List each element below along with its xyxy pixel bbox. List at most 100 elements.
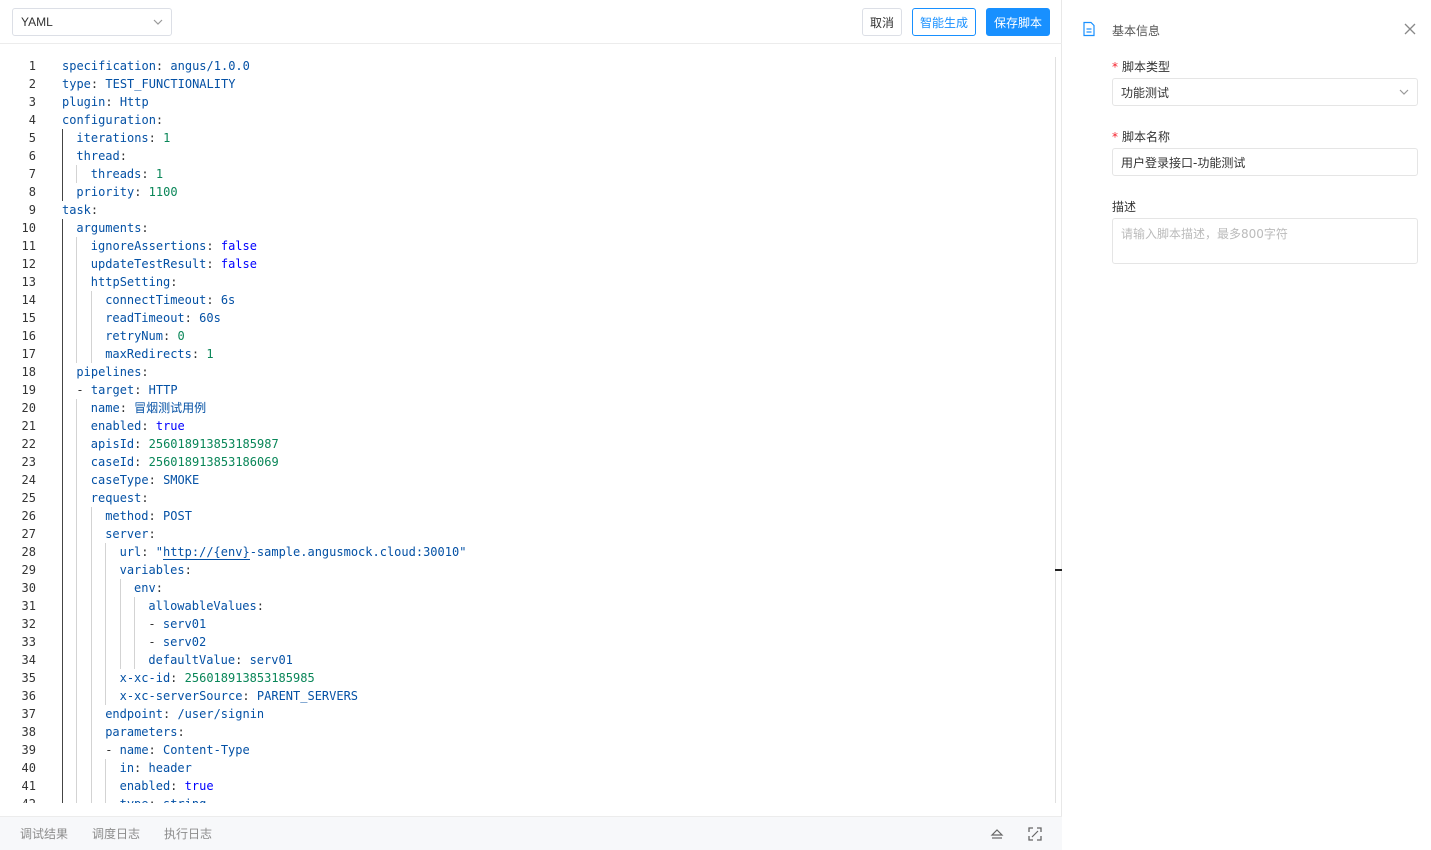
fullscreen-icon[interactable] bbox=[1027, 826, 1043, 842]
code-text: x-xc-id: 256018913853185985 bbox=[119, 671, 315, 685]
code-line: 16 retryNum: 0 bbox=[0, 327, 1040, 345]
code-line: 12 updateTestResult: false bbox=[0, 255, 1040, 273]
line-number: 9 bbox=[28, 203, 36, 217]
code-line: 3 plugin: Http bbox=[0, 93, 1040, 111]
code-text: variables: bbox=[119, 563, 192, 577]
code-text: maxRedirects: 1 bbox=[105, 347, 214, 361]
tab-debug-result[interactable]: 调试结果 bbox=[20, 825, 68, 842]
code-text: - target: HTTP bbox=[76, 383, 178, 397]
code-line: 32 - serv01 bbox=[0, 615, 1040, 633]
code-text: request: bbox=[90, 491, 149, 505]
code-line: 22 apisId: 256018913853185987 bbox=[0, 435, 1040, 453]
line-number: 36 bbox=[21, 689, 36, 703]
code-line: 1 specification: angus/1.0.0 bbox=[0, 57, 1040, 75]
code-text: configuration: bbox=[62, 113, 164, 127]
code-line: 41 enabled: true bbox=[0, 777, 1040, 795]
line-number: 39 bbox=[21, 743, 36, 757]
close-icon[interactable] bbox=[1403, 22, 1417, 36]
code-text: readTimeout: 60s bbox=[105, 311, 221, 325]
code-line: 26 method: POST bbox=[0, 507, 1040, 525]
line-number: 8 bbox=[28, 185, 36, 199]
code-line: 9 task: bbox=[0, 201, 1040, 219]
code-text: apisId: 256018913853185987 bbox=[90, 437, 279, 451]
code-text: ignoreAssertions: false bbox=[90, 239, 257, 253]
code-text: caseId: 256018913853186069 bbox=[90, 455, 279, 469]
code-text: connectTimeout: 6s bbox=[105, 293, 236, 307]
basic-info-panel: 基本信息 * 脚本类型 功能测试 * 脚本名称 用户登录接口-功能测试 描述 请输入… bbox=[1063, 0, 1431, 850]
line-number: 17 bbox=[21, 347, 36, 361]
script-type-select[interactable]: 功能测试 bbox=[1112, 78, 1418, 106]
line-number: 25 bbox=[21, 491, 36, 505]
code-line: 39 - name: Content-Type bbox=[0, 741, 1040, 759]
line-number: 18 bbox=[21, 365, 36, 379]
code-line: 19 - target: HTTP bbox=[0, 381, 1040, 399]
code-line: 28 url: "http://{env}-sample.angusmock.cl… bbox=[0, 543, 1040, 561]
script-editor-pane: YAML 取消 智能生成 保存脚本 1 specification: angus/… bbox=[0, 0, 1062, 850]
code-editor[interactable]: 1 specification: angus/1.0.0 2 type: TEST_F… bbox=[0, 45, 1062, 803]
line-number: 24 bbox=[21, 473, 36, 487]
code-line: 40 in: header bbox=[0, 759, 1040, 777]
line-number: 14 bbox=[21, 293, 36, 307]
line-number: 37 bbox=[21, 707, 36, 721]
code-line: 38 parameters: bbox=[0, 723, 1040, 741]
code-line: 30 env: bbox=[0, 579, 1040, 597]
indent-guide bbox=[76, 399, 78, 803]
code-text: parameters: bbox=[105, 725, 185, 739]
code-text: url: "http://{env}-sample.angusmock.clou… bbox=[119, 545, 467, 560]
code-text: httpSetting: bbox=[90, 275, 178, 289]
code-text: arguments: bbox=[76, 221, 149, 235]
bottom-tab-bar: 调试结果 调度日志 执行日志 bbox=[0, 816, 1062, 850]
line-number: 4 bbox=[28, 113, 36, 127]
code-text: method: POST bbox=[105, 509, 192, 523]
ai-generate-button[interactable]: 智能生成 bbox=[912, 8, 976, 36]
code-line: 7 threads: 1 bbox=[0, 165, 1040, 183]
chevron-down-icon bbox=[1399, 89, 1409, 95]
script-name-input[interactable]: 用户登录接口-功能测试 bbox=[1112, 148, 1418, 176]
line-number: 42 bbox=[0, 795, 36, 803]
code-text: - serv02 bbox=[148, 635, 207, 649]
code-line: 8 priority: 1100 bbox=[0, 183, 1040, 201]
line-number: 21 bbox=[21, 419, 36, 433]
script-name-value: 用户登录接口-功能测试 bbox=[1121, 155, 1246, 170]
code-line: 29 variables: bbox=[0, 561, 1040, 579]
panel-title: 基本信息 bbox=[1112, 24, 1161, 38]
cancel-button[interactable]: 取消 bbox=[862, 8, 902, 36]
indent-guide bbox=[105, 759, 107, 803]
line-number: 35 bbox=[21, 671, 36, 685]
indent-guide bbox=[105, 543, 107, 705]
line-number: 3 bbox=[28, 95, 36, 109]
scrollbar-thumb[interactable] bbox=[1055, 569, 1062, 571]
code-line: 17 maxRedirects: 1 bbox=[0, 345, 1040, 363]
code-line: 2 type: TEST_FUNCTIONALITY bbox=[0, 75, 1040, 93]
eject-icon[interactable] bbox=[989, 826, 1005, 842]
tab-schedule-log[interactable]: 调度日志 bbox=[92, 825, 140, 842]
code-text: server: bbox=[105, 527, 156, 541]
code-line: 11 ignoreAssertions: false bbox=[0, 237, 1040, 255]
line-number: 16 bbox=[21, 329, 36, 343]
code-line: 23 caseId: 256018913853186069 bbox=[0, 453, 1040, 471]
code-text: x-xc-serverSource: PARENT_SERVERS bbox=[119, 689, 359, 703]
line-number: 22 bbox=[21, 437, 36, 451]
format-select[interactable]: YAML bbox=[12, 8, 172, 36]
code-text: pipelines: bbox=[76, 365, 149, 379]
save-script-button[interactable]: 保存脚本 bbox=[986, 8, 1050, 36]
indent-guide bbox=[76, 165, 78, 183]
code-line: 35 x-xc-id: 256018913853185985 bbox=[0, 669, 1040, 687]
line-number: 10 bbox=[21, 221, 36, 235]
description-label: 描述 bbox=[1112, 200, 1137, 214]
code-text: env: bbox=[134, 581, 163, 595]
code-text: thread: bbox=[76, 149, 127, 163]
tab-execution-log[interactable]: 执行日志 bbox=[164, 825, 212, 842]
line-number: 13 bbox=[21, 275, 36, 289]
document-icon bbox=[1083, 21, 1095, 37]
script-type-label: * 脚本类型 bbox=[1112, 60, 1171, 74]
code-line: 31 allowableValues: bbox=[0, 597, 1040, 615]
editor-scrollbar[interactable] bbox=[1055, 57, 1056, 803]
chevron-down-icon bbox=[153, 19, 163, 25]
code-text: type: string bbox=[120, 795, 207, 803]
code-line: 33 - serv02 bbox=[0, 633, 1040, 651]
description-textarea[interactable]: 请输入脚本描述，最多800字符 bbox=[1112, 218, 1418, 264]
code-line: 14 connectTimeout: 6s bbox=[0, 291, 1040, 309]
code-line: 34 defaultValue: serv01 bbox=[0, 651, 1040, 669]
code-line: 36 x-xc-serverSource: PARENT_SERVERS bbox=[0, 687, 1040, 705]
